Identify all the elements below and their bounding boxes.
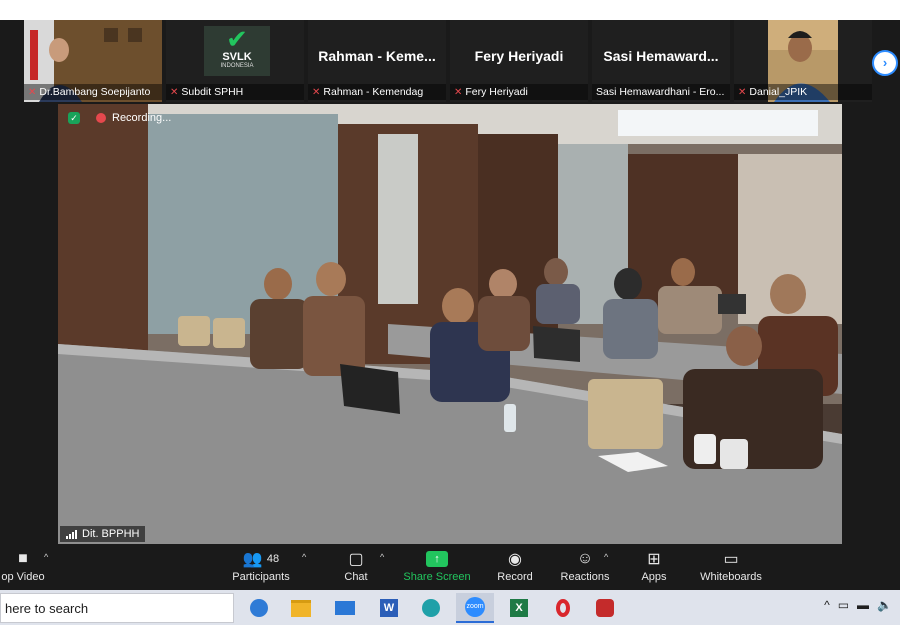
participant-name: Sasi Hemawardhani - Ero... [596, 86, 725, 98]
video-camera-icon: ■ [18, 550, 28, 567]
taskbar-edge-icon[interactable] [240, 593, 278, 623]
participant-name: Subdit SPHH [181, 86, 244, 98]
participant-tile[interactable]: Sasi Hemaward... Sasi Hemawardhani - Ero… [592, 20, 730, 102]
taskbar-excel-icon[interactable]: X [500, 593, 538, 623]
recording-label: Recording... [112, 112, 172, 124]
chat-label: Chat [344, 571, 368, 583]
whiteboard-icon: ▭ [723, 551, 739, 568]
participants-icon: 👥 48 [242, 551, 280, 568]
svlk-logo: ✔ SVLK INDONESIA [204, 26, 270, 76]
participant-name: Fery Heriyadi [465, 86, 528, 98]
share-screen-button[interactable]: ↑ Share Screen [402, 548, 472, 590]
taskbar-opera-icon[interactable] [544, 593, 582, 623]
stop-video-label: op Video [1, 571, 45, 583]
mic-off-icon: ✕ [738, 86, 747, 98]
participant-tile[interactable]: Fery Heriyadi ✕ Fery Heriyadi [450, 20, 588, 102]
participant-caption: ✕ Subdit SPHH [166, 84, 304, 100]
participant-display-name: Sasi Hemaward... [603, 48, 719, 64]
share-screen-label: Share Screen [403, 571, 471, 583]
apps-button[interactable]: ⊞ Apps [634, 548, 674, 590]
system-tray: ^ ▭ ▬ 🔈 [824, 598, 892, 612]
participant-caption: ✕ Dr.Bambang Soepijanto [24, 84, 162, 100]
chat-icon: ▢ [348, 551, 364, 568]
participant-tile[interactable]: ✕ Danial_JPIK [734, 20, 872, 102]
windows-taskbar: here to search W zoom X ^ ▭ ▬ 🔈 [0, 590, 900, 625]
meeting-room-scene [58, 104, 842, 544]
participant-name: Rahman - Kemendag [323, 86, 424, 98]
taskbar-edge-new-icon[interactable] [412, 593, 450, 623]
video-options-chevron-icon[interactable]: ^ [44, 552, 48, 562]
reactions-options-chevron-icon[interactable]: ^ [604, 552, 608, 562]
recording-icon [96, 113, 106, 123]
chat-button[interactable]: ▢ Chat [336, 548, 376, 590]
participant-caption: ✕ Danial_JPIK [734, 84, 872, 100]
taskbar-word-icon[interactable]: W [370, 593, 408, 623]
whiteboards-button[interactable]: ▭ Whiteboards [696, 548, 766, 590]
reactions-label: Reactions [560, 571, 610, 583]
connection-bars-icon [66, 529, 77, 539]
taskbar-mail-icon[interactable] [326, 593, 364, 623]
participant-tile[interactable]: ✔ SVLK INDONESIA ✕ Subdit SPHH [166, 20, 304, 102]
participant-display-name: Fery Heriyadi [474, 48, 564, 64]
main-video: ✓ Recording... Dit. BPPHH [58, 104, 842, 544]
record-label: Record [497, 571, 533, 583]
security-shield-icon[interactable]: ✓ [68, 112, 80, 124]
stop-video-button[interactable]: ■ op Video [0, 548, 46, 590]
tray-display-icon[interactable]: ▭ [838, 598, 849, 612]
taskbar-search-input[interactable]: here to search [0, 593, 234, 623]
taskbar-app-icon[interactable] [586, 593, 624, 623]
whiteboards-label: Whiteboards [700, 571, 762, 583]
participants-button[interactable]: 👥 48 Participants [226, 548, 296, 590]
logo-sub: INDONESIA [220, 63, 254, 69]
chat-options-chevron-icon[interactable]: ^ [380, 552, 384, 562]
participant-display-name: Rahman - Keme... [318, 48, 436, 64]
mic-off-icon: ✕ [170, 86, 179, 98]
participant-caption: Sasi Hemawardhani - Ero... [592, 84, 730, 100]
tray-network-icon[interactable]: ▬ [857, 598, 869, 612]
participant-tile[interactable]: ✕ Dr.Bambang Soepijanto [24, 20, 162, 102]
mic-off-icon: ✕ [454, 86, 463, 98]
speaker-name: Dit. BPPHH [82, 528, 140, 540]
participant-name: Dr.Bambang Soepijanto [39, 86, 151, 98]
taskbar-file-explorer-icon[interactable] [282, 593, 320, 623]
participant-tile[interactable]: Rahman - Keme... ✕ Rahman - Kemendag [308, 20, 446, 102]
speaker-label: Dit. BPPHH [60, 526, 146, 542]
mic-off-icon: ✕ [312, 86, 321, 98]
apps-icon: ⊞ [647, 551, 661, 568]
meeting-toolbar: ■ op Video ^ 👥 48 Participants ^ ▢ Chat ^… [0, 548, 900, 590]
record-button[interactable]: ◉ Record [492, 548, 538, 590]
next-page-arrow-icon[interactable]: › [872, 50, 898, 76]
participant-strip: ✕ Dr.Bambang Soepijanto ✔ SVLK INDONESIA… [24, 20, 898, 102]
participant-caption: ✕ Rahman - Kemendag [308, 84, 446, 100]
participants-options-chevron-icon[interactable]: ^ [302, 552, 306, 562]
participants-count: 48 [266, 553, 280, 565]
participants-label: Participants [232, 571, 290, 583]
logo-text: SVLK [222, 51, 252, 63]
apps-label: Apps [641, 571, 667, 583]
participant-name: Danial_JPIK [749, 86, 808, 98]
mic-off-icon: ✕ [28, 86, 37, 98]
tray-chevron-up-icon[interactable]: ^ [824, 598, 830, 612]
tray-volume-icon[interactable]: 🔈 [877, 598, 892, 612]
share-screen-icon: ↑ [402, 548, 472, 570]
record-icon: ◉ [508, 551, 522, 568]
check-icon: ✔ [226, 24, 248, 54]
taskbar-zoom-icon[interactable]: zoom [456, 593, 494, 623]
meeting-status: ✓ Recording... [68, 112, 171, 124]
participant-caption: ✕ Fery Heriyadi [450, 84, 588, 100]
